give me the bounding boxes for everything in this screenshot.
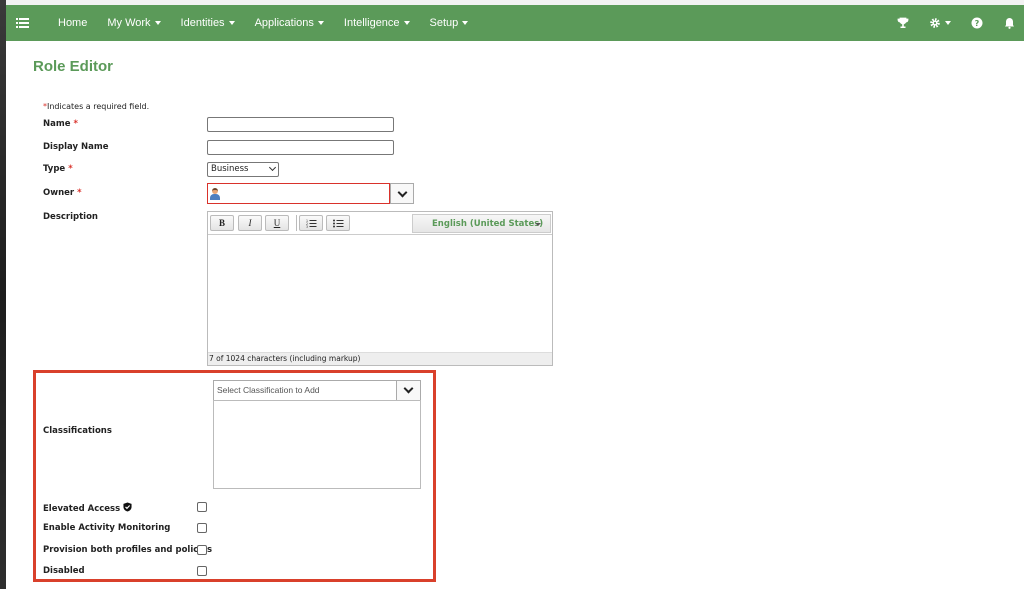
bell-icon[interactable]	[994, 5, 1024, 41]
owner-label: Owner *	[43, 188, 82, 198]
caret-down-icon	[535, 223, 541, 226]
nav-applications-label: Applications	[254, 17, 314, 29]
required-star: *	[68, 164, 73, 174]
page-title: Role Editor	[33, 58, 114, 75]
language-select[interactable]: English (United States)	[412, 214, 551, 233]
type-select[interactable]: Business	[207, 162, 279, 177]
caret-down-icon	[317, 21, 324, 25]
toolbar-divider	[296, 215, 297, 231]
trophy-icon[interactable]	[886, 5, 920, 41]
underline-button[interactable]: U	[265, 215, 289, 231]
type-label-text: Type	[43, 164, 66, 174]
elevated-access-label-text: Elevated Access	[43, 504, 121, 514]
user-icon	[210, 188, 220, 200]
nav-right-icons: ?	[886, 5, 1024, 41]
ordered-list-icon: 123	[306, 219, 316, 228]
menu-icon[interactable]	[16, 16, 38, 30]
description-label: Description	[43, 212, 98, 222]
name-input[interactable]	[207, 117, 394, 132]
help-icon[interactable]: ?	[960, 5, 994, 41]
activity-monitoring-checkbox[interactable]	[197, 523, 207, 533]
nav-my-work-label: My Work	[107, 17, 151, 29]
caret-down-icon	[403, 21, 410, 25]
classification-select[interactable]: Select Classification to Add	[213, 380, 421, 401]
shield-check-icon	[123, 502, 132, 512]
editor-toolbar: B I U 123 English (United States)	[208, 212, 552, 235]
name-label: Name *	[43, 119, 78, 129]
character-count: 7 of 1024 characters (including markup)	[208, 352, 552, 365]
disabled-checkbox[interactable]	[197, 566, 207, 576]
activity-monitoring-label: Enable Activity Monitoring	[43, 523, 171, 533]
provision-checkbox[interactable]	[197, 545, 207, 555]
display-name-input[interactable]	[207, 140, 394, 155]
required-star: *	[73, 119, 78, 129]
name-label-text: Name	[43, 119, 71, 129]
language-select-value: English (United States)	[432, 218, 544, 229]
nav-identities-label: Identities	[180, 17, 225, 29]
gear-icon[interactable]	[920, 5, 960, 41]
caret-down-icon	[228, 21, 235, 25]
bold-button[interactable]: B	[210, 215, 234, 231]
classification-dropdown-button[interactable]	[396, 381, 420, 400]
left-edge	[0, 0, 6, 589]
chevron-down-icon	[268, 163, 277, 172]
svg-text:3: 3	[306, 225, 308, 228]
nav-home-label: Home	[58, 17, 88, 29]
description-textarea[interactable]	[208, 235, 552, 352]
svg-text:?: ?	[975, 19, 980, 28]
owner-input[interactable]	[207, 183, 390, 204]
nav-identities[interactable]: Identities	[171, 5, 245, 41]
bullet-list-button[interactable]	[326, 215, 350, 231]
chevron-down-icon	[403, 383, 414, 394]
type-label: Type *	[43, 164, 73, 174]
disabled-label: Disabled	[43, 566, 85, 576]
ordered-list-button[interactable]: 123	[299, 215, 323, 231]
classifications-label: Classifications	[43, 426, 112, 436]
chevron-down-icon	[397, 187, 408, 198]
caret-down-icon	[945, 21, 951, 25]
owner-dropdown-button[interactable]	[390, 183, 414, 204]
caret-down-icon	[154, 21, 161, 25]
nav-my-work[interactable]: My Work	[97, 5, 170, 41]
required-star: *	[77, 188, 82, 198]
owner-label-text: Owner	[43, 188, 75, 198]
nav-home[interactable]: Home	[48, 5, 97, 41]
bullet-list-icon	[332, 219, 343, 227]
nav-intelligence-label: Intelligence	[343, 17, 400, 29]
italic-button[interactable]: I	[238, 215, 262, 231]
classification-list[interactable]	[213, 400, 421, 489]
top-navbar: Home My Work Identities Applications Int…	[6, 5, 1024, 41]
elevated-access-checkbox[interactable]	[197, 502, 207, 512]
description-editor: B I U 123 English (United States) 7 of 1…	[207, 211, 553, 366]
elevated-access-label: Elevated Access	[43, 502, 132, 514]
nav-intelligence[interactable]: Intelligence	[334, 5, 420, 41]
required-note-text: Indicates a required field.	[47, 102, 150, 111]
classification-select-placeholder: Select Classification to Add	[217, 385, 320, 395]
display-name-label: Display Name	[43, 142, 109, 152]
nav-applications[interactable]: Applications	[245, 5, 334, 41]
type-select-value: Business	[211, 164, 249, 174]
nav-setup[interactable]: Setup	[420, 5, 479, 41]
provision-label: Provision both profiles and policies	[43, 545, 213, 555]
nav-setup-label: Setup	[429, 17, 459, 29]
caret-down-icon	[462, 21, 469, 25]
required-note: *Indicates a required field.	[43, 102, 149, 111]
